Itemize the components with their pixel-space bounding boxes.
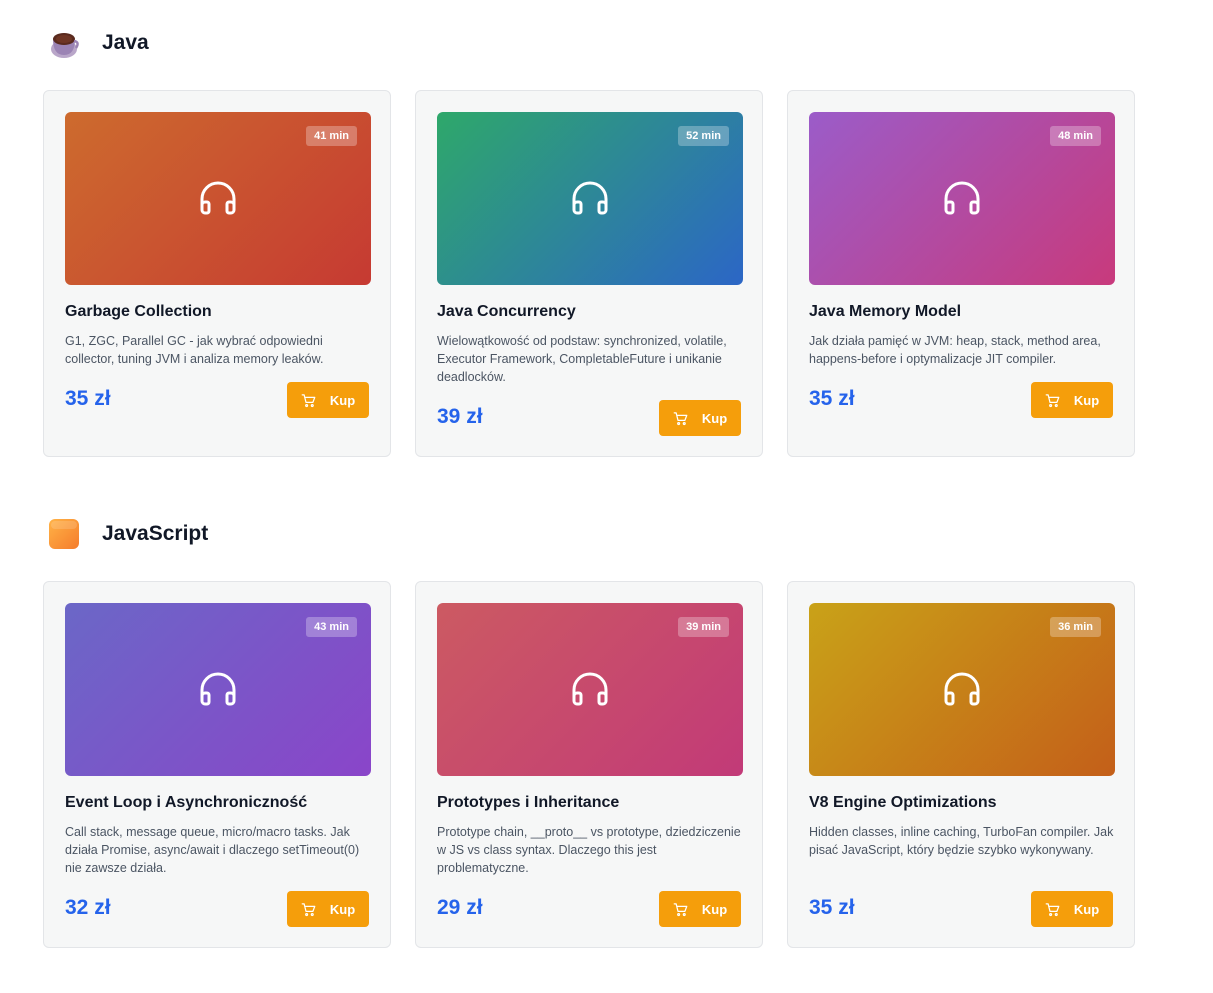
- course-cover: 36 min: [809, 603, 1115, 776]
- headphones-icon: [200, 672, 236, 706]
- cart-icon: [673, 411, 688, 425]
- duration-badge: 41 min: [306, 126, 357, 146]
- cart-icon: [1045, 393, 1060, 407]
- buy-button[interactable]: Kup: [659, 891, 741, 927]
- buy-label: Kup: [329, 901, 356, 917]
- buy-label: Kup: [329, 392, 356, 408]
- buy-button[interactable]: Kup: [287, 382, 369, 418]
- orange-square-icon: [48, 518, 80, 550]
- course-title: Garbage Collection: [65, 303, 212, 320]
- course-card: 48 min Java Memory Model Jak działa pami…: [787, 90, 1135, 457]
- cart-icon: [1045, 902, 1060, 916]
- headphones-icon: [200, 181, 236, 215]
- cart-icon: [301, 902, 316, 916]
- course-title: Java Concurrency: [437, 303, 576, 320]
- course-description: G1, ZGC, Parallel GC - jak wybrać odpowi…: [65, 334, 324, 366]
- course-title: Java Memory Model: [809, 303, 962, 320]
- course-card: 52 min Java Concurrency Wielowątkowość o…: [415, 90, 763, 457]
- course-title: Event Loop i Asynchroniczność: [65, 794, 308, 811]
- course-cover: 41 min: [65, 112, 371, 285]
- duration-badge: 52 min: [678, 126, 729, 146]
- course-title: V8 Engine Optimizations: [809, 794, 997, 811]
- section-title: Java: [102, 31, 149, 54]
- buy-label: Kup: [1073, 392, 1100, 408]
- buy-label: Kup: [701, 410, 728, 426]
- course-description: Hidden classes, inline caching, TurboFan…: [809, 825, 1114, 857]
- section-header: JavaScript: [48, 516, 208, 552]
- course-card: 41 min Garbage Collection G1, ZGC, Paral…: [43, 90, 391, 457]
- headphones-icon: [944, 181, 980, 215]
- cart-icon: [301, 393, 316, 407]
- section-title: JavaScript: [102, 522, 209, 545]
- course-description: Wielowątkowość od podstaw: synchronized,…: [437, 334, 727, 384]
- course-price: 29 zł: [437, 896, 483, 919]
- course-description: Call stack, message queue, micro/macro t…: [65, 825, 360, 875]
- category-section-java: Java 41 min Garbage Collection G1, ZGC, …: [0, 0, 1213, 491]
- headphones-icon: [572, 181, 608, 215]
- course-card: 43 min Event Loop i Asynchroniczność Cal…: [43, 581, 391, 948]
- course-description: Prototype chain, __proto__ vs prototype,…: [437, 825, 741, 875]
- buy-button[interactable]: Kup: [287, 891, 369, 927]
- buy-button[interactable]: Kup: [659, 400, 741, 436]
- course-cover: 48 min: [809, 112, 1115, 285]
- buy-label: Kup: [1073, 901, 1100, 917]
- headphones-icon: [572, 672, 608, 706]
- duration-badge: 43 min: [306, 617, 357, 637]
- course-cover: 39 min: [437, 603, 743, 776]
- course-cover: 52 min: [437, 112, 743, 285]
- cart-icon: [673, 902, 688, 916]
- category-section-javascript: JavaScript 43 min Event Loop i Asynchron…: [0, 491, 1213, 993]
- course-cover: 43 min: [65, 603, 371, 776]
- duration-badge: 36 min: [1050, 617, 1101, 637]
- buy-label: Kup: [701, 901, 728, 917]
- course-price: 35 zł: [809, 387, 855, 410]
- buy-button[interactable]: Kup: [1031, 891, 1113, 927]
- course-title: Prototypes i Inheritance: [437, 794, 620, 811]
- section-header: Java: [48, 25, 149, 61]
- coffee-cup-icon: [48, 27, 80, 59]
- duration-badge: 39 min: [678, 617, 729, 637]
- course-price: 35 zł: [809, 896, 855, 919]
- course-card: 36 min V8 Engine Optimizations Hidden cl…: [787, 581, 1135, 948]
- course-price: 35 zł: [65, 387, 111, 410]
- duration-badge: 48 min: [1050, 126, 1101, 146]
- course-price: 32 zł: [65, 896, 111, 919]
- course-description: Jak działa pamięć w JVM: heap, stack, me…: [809, 334, 1101, 366]
- course-price: 39 zł: [437, 405, 483, 428]
- course-card: 39 min Prototypes i Inheritance Prototyp…: [415, 581, 763, 948]
- buy-button[interactable]: Kup: [1031, 382, 1113, 418]
- headphones-icon: [944, 672, 980, 706]
